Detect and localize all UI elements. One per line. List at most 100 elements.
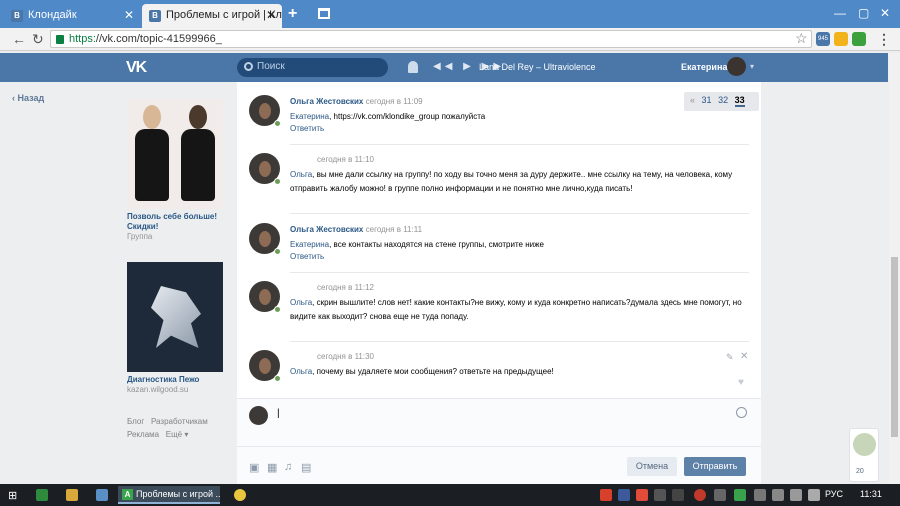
footer-link-dev[interactable]: Разработчикам	[151, 417, 208, 426]
footer-link-ads[interactable]: Реклама	[127, 430, 159, 439]
page-link[interactable]: 31	[702, 95, 712, 105]
comment-addressee[interactable]: Ольга	[290, 170, 312, 179]
window-icon[interactable]	[318, 8, 330, 19]
tray-app-icon[interactable]	[790, 489, 802, 501]
extension-badge-count: 945	[817, 36, 828, 42]
close-window-icon[interactable]: ✕	[880, 6, 890, 20]
comment-date[interactable]: сегодня в 11:09	[366, 97, 423, 106]
page-link[interactable]: 32	[718, 95, 728, 105]
attach-document-icon[interactable]: ▤	[301, 461, 311, 474]
comment-addressee[interactable]: Ольга	[290, 367, 312, 376]
ad-title[interactable]: Позволь себе больше! Скидки!	[127, 212, 225, 232]
comment-date[interactable]: сегодня в 11:12	[317, 283, 374, 292]
vk-logo-icon[interactable]: VK	[126, 59, 147, 77]
scrollbar-thumb[interactable]	[891, 257, 898, 437]
taskbar-app-icon[interactable]	[36, 489, 48, 501]
comment-date[interactable]: сегодня в 11:10	[317, 155, 374, 164]
ad-image-peugeot-logo[interactable]	[127, 262, 223, 372]
attach-video-icon[interactable]: ▦	[267, 461, 277, 474]
tray-app-icon[interactable]	[714, 489, 726, 501]
ad-title[interactable]: Диагностика Пежо	[127, 375, 225, 385]
bookmark-star-icon[interactable]: ☆	[795, 30, 808, 47]
comment-item: сегодня в 11:12 Ольга, скрин вышлите! сл…	[237, 281, 761, 341]
comment-addressee[interactable]: Ольга	[290, 298, 312, 307]
back-link[interactable]: ‹ Назад	[12, 93, 44, 103]
back-arrow-icon[interactable]: ←	[12, 31, 26, 47]
extension-green-icon[interactable]	[852, 32, 866, 46]
close-tab-icon[interactable]: ✕	[266, 8, 276, 22]
tray-app-icon[interactable]	[654, 489, 666, 501]
chat-widget[interactable]: 20	[849, 428, 879, 482]
delete-x-icon[interactable]: ✕	[740, 351, 748, 362]
browser-toolbar: ← ↻ https://vk.com/topic-41599966_ ☆ 945…	[0, 28, 900, 51]
comment-date[interactable]: сегодня в 11:30	[317, 352, 374, 361]
browser-tab-klondike[interactable]: B Клондайк ✕	[4, 4, 140, 28]
tab-label: Клондайк	[28, 9, 77, 21]
volume-icon[interactable]	[808, 489, 820, 501]
taskbar-app-icon[interactable]	[96, 489, 108, 501]
taskbar-explorer-icon[interactable]	[66, 489, 78, 501]
notifications-bell-icon[interactable]	[408, 61, 418, 73]
system-clock[interactable]: 11:31	[860, 489, 882, 499]
address-bar[interactable]: https://vk.com/topic-41599966_	[50, 30, 812, 48]
tray-acrobat-icon[interactable]	[600, 489, 612, 501]
online-indicator	[274, 120, 281, 127]
windows-start-icon[interactable]: ⊞	[8, 489, 17, 502]
extension-chat-icon[interactable]	[834, 32, 848, 46]
comment-item: Ольга Жестовских сегодня в 11:09 Екатери…	[237, 95, 761, 135]
online-indicator	[274, 178, 281, 185]
tray-app-icon[interactable]	[636, 489, 648, 501]
search-input[interactable]: Поиск	[237, 58, 388, 77]
attach-audio-icon[interactable]: ♫	[284, 461, 292, 473]
comment-addressee[interactable]: Екатерина	[290, 112, 329, 121]
tray-app-icon[interactable]	[754, 489, 766, 501]
cancel-button[interactable]: Отмена	[627, 457, 677, 476]
extension-badge-icon[interactable]: 945	[816, 32, 830, 46]
tray-app-icon[interactable]	[772, 489, 784, 501]
keyboard-language[interactable]: РУС	[825, 489, 843, 499]
new-tab-icon[interactable]: +	[288, 5, 297, 23]
tray-app-icon[interactable]	[734, 489, 746, 501]
tray-app-icon[interactable]	[672, 489, 684, 501]
emoji-smile-icon[interactable]	[736, 407, 747, 418]
reply-link[interactable]: Ответить	[290, 124, 324, 133]
ad-figure-head	[143, 105, 161, 129]
edit-pencil-icon[interactable]: ✎	[726, 352, 734, 363]
footer-link-blog[interactable]: Блог	[127, 417, 144, 426]
send-button[interactable]: Отправить	[684, 457, 746, 476]
now-playing-track[interactable]: Lana Del Rey – Ultraviolence	[479, 62, 596, 72]
chat-contact-avatar[interactable]	[853, 433, 876, 456]
comment-text: Екатерина, все контакты находятся на сте…	[290, 238, 752, 252]
close-tab-icon[interactable]: ✕	[124, 8, 134, 22]
comment-date[interactable]: сегодня в 11:11	[366, 225, 422, 234]
chevron-down-icon[interactable]: ▾	[750, 62, 754, 71]
comment-author[interactable]: Ольга Жестовских	[290, 225, 363, 234]
user-name[interactable]: Екатерина	[681, 62, 727, 72]
attach-photo-icon[interactable]: ▣	[249, 461, 259, 474]
comment-body: , вы мне дали ссылку на группу! по ходу …	[290, 170, 733, 193]
maximize-icon[interactable]: ▢	[858, 6, 869, 20]
footer-link-more[interactable]: Ещё	[166, 430, 182, 439]
ad-block-dresses[interactable]: Позволь себе больше! Скидки! Группа	[127, 99, 225, 242]
online-indicator	[274, 248, 281, 255]
minimize-icon[interactable]: —	[834, 6, 846, 20]
comment-addressee[interactable]: Екатерина	[290, 240, 329, 249]
comment-header: Ольга Жестовских сегодня в 11:11	[290, 225, 422, 234]
chat-online-count: 20	[856, 468, 864, 475]
pagination-prev[interactable]: «	[690, 95, 695, 105]
ad-block-peugeot[interactable]: Диагностика Пежо kazan.wilgood.su	[127, 262, 225, 395]
browser-tab-problems[interactable]: B Проблемы с игрой | Клондайк ✕	[142, 4, 282, 28]
menu-icon[interactable]: ⋮	[877, 31, 891, 48]
ad-image-dresses[interactable]	[127, 99, 223, 209]
reply-link[interactable]: Ответить	[290, 252, 324, 261]
comment-author[interactable]: Ольга Жестовских	[290, 97, 363, 106]
chrome-icon[interactable]	[234, 489, 246, 501]
tray-app-icon[interactable]	[694, 489, 706, 501]
like-heart-icon[interactable]: ♥	[738, 377, 744, 388]
tab-label: Проблемы с игрой | Клондайк	[166, 9, 282, 21]
tray-vk-icon[interactable]	[618, 489, 630, 501]
user-avatar[interactable]	[727, 57, 746, 76]
comment-input[interactable]: |	[277, 406, 735, 425]
taskbar-active-window[interactable]: A Проблемы с игрой ...	[118, 486, 220, 504]
reload-icon[interactable]: ↻	[32, 31, 44, 48]
